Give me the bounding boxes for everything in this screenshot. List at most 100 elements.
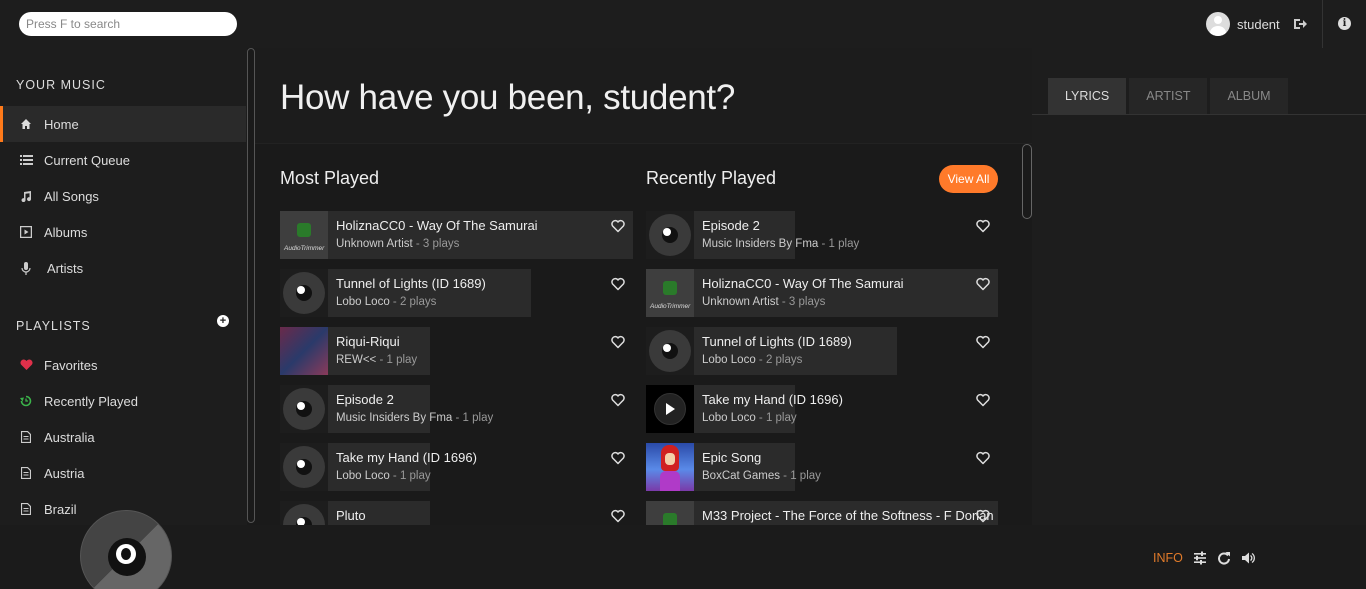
album-art xyxy=(646,443,694,491)
sidebar-item-home[interactable]: Home xyxy=(0,106,246,142)
track-row[interactable]: M33 Project - The Force of the Softness … xyxy=(646,501,998,525)
tab-artist[interactable]: ARTIST xyxy=(1129,78,1208,114)
info-toggle-button[interactable]: INFO xyxy=(1153,551,1183,565)
track-row[interactable]: AudioTrimmer HoliznaCC0 - Way Of The Samu… xyxy=(646,269,998,317)
track-row[interactable]: Episode 2 Music Insiders By Fma - 1 play xyxy=(646,211,992,259)
album-art: AudioTrimmer xyxy=(280,211,328,259)
track-row[interactable]: Take my Hand (ID 1696) Lobo Loco - 1 play xyxy=(280,443,627,491)
equalizer-icon[interactable] xyxy=(1193,551,1207,565)
avatar[interactable] xyxy=(1206,12,1230,36)
document-icon xyxy=(19,502,33,516)
track-row[interactable]: Riqui-Riqui REW<< - 1 play xyxy=(280,327,627,375)
sidebar-item-label: Current Queue xyxy=(44,152,130,168)
view-all-button[interactable]: View All xyxy=(939,165,998,193)
info-icon[interactable]: i xyxy=(1338,17,1351,30)
sidebar-item-current-queue[interactable]: Current Queue xyxy=(0,142,246,178)
user-menu[interactable]: student xyxy=(1206,12,1280,36)
bird-logo-icon xyxy=(297,460,305,468)
track-meta: Lobo Loco - 1 play xyxy=(702,412,797,424)
track-meta: Unknown Artist - 3 plays xyxy=(336,238,459,250)
tab-album[interactable]: ALBUM xyxy=(1210,78,1288,114)
track-row[interactable]: Episode 2 Music Insiders By Fma - 1 play xyxy=(280,385,627,433)
heart-outline-icon[interactable] xyxy=(611,393,625,407)
repeat-icon[interactable] xyxy=(1217,551,1231,565)
track-info: HoliznaCC0 - Way Of The Samurai Unknown A… xyxy=(328,211,633,259)
bird-logo-icon xyxy=(663,344,671,352)
greeting-header: How have you been, student? xyxy=(255,48,1032,144)
heart-outline-icon[interactable] xyxy=(976,335,990,349)
info-panel: LYRICS ARTIST ALBUM xyxy=(1032,48,1366,525)
scrollbar[interactable] xyxy=(1022,144,1032,219)
track-artist: Music Insiders By Fma xyxy=(702,238,819,250)
track-title: Riqui-Riqui xyxy=(336,334,400,349)
album-art xyxy=(646,211,694,259)
track-row[interactable]: Tunnel of Lights (ID 1689) Lobo Loco - 2 … xyxy=(646,327,992,375)
sidebar-item-austria[interactable]: Austria xyxy=(0,455,246,491)
divider xyxy=(1322,0,1323,48)
heart-outline-icon[interactable] xyxy=(611,509,625,523)
username[interactable]: student xyxy=(1237,17,1280,32)
track-artist: Unknown Artist xyxy=(702,296,779,308)
track-meta: BoxCat Games - 1 play xyxy=(702,470,821,482)
sidebar-item-label: All Songs xyxy=(44,188,99,204)
track-meta: Lobo Loco - 2 plays xyxy=(702,354,802,366)
sidebar-item-label: Recently Played xyxy=(44,393,138,409)
sidebar-item-all-songs[interactable]: All Songs xyxy=(0,178,246,214)
top-bar: student i xyxy=(0,0,1366,48)
track-title: Pluto xyxy=(336,508,366,523)
sidebar-item-label: Home xyxy=(44,116,79,132)
track-title: M33 Project - The Force of the Softness … xyxy=(702,508,994,523)
heart-outline-icon[interactable] xyxy=(976,277,990,291)
sidebar-item-favorites[interactable]: Favorites xyxy=(0,347,246,383)
track-row[interactable]: Pluto xyxy=(280,501,627,525)
tab-lyrics[interactable]: LYRICS xyxy=(1048,78,1127,114)
recently-played-title: Recently Played xyxy=(646,168,777,188)
track-title: HoliznaCC0 - Way Of The Samurai xyxy=(702,276,904,291)
leaf-logo-icon xyxy=(663,281,677,295)
heart-outline-icon[interactable] xyxy=(976,509,990,523)
your-music-title: YOUR MUSIC xyxy=(16,78,106,92)
scrollbar[interactable] xyxy=(247,48,255,523)
heart-outline-icon[interactable] xyxy=(976,451,990,465)
track-artist: Unknown Artist xyxy=(336,238,413,250)
track-title: Tunnel of Lights (ID 1689) xyxy=(336,276,486,291)
track-row[interactable]: Take my Hand (ID 1696) Lobo Loco - 1 play xyxy=(646,385,992,433)
most-played-title: Most Played xyxy=(280,168,380,188)
sidebar-item-recently-played[interactable]: Recently Played xyxy=(0,383,246,419)
volume-icon[interactable] xyxy=(1241,551,1255,565)
logout-icon[interactable] xyxy=(1293,17,1307,31)
album-art xyxy=(646,385,694,433)
play-count: - 1 play xyxy=(818,238,860,250)
search-input[interactable] xyxy=(19,12,237,36)
heart-outline-icon[interactable] xyxy=(611,335,625,349)
track-info: Episode 2 Music Insiders By Fma - 1 play xyxy=(694,211,859,259)
heart-outline-icon[interactable] xyxy=(976,393,990,407)
track-artist: Lobo Loco xyxy=(702,354,756,366)
track-info: Pluto xyxy=(328,501,430,525)
sidebar-item-australia[interactable]: Australia xyxy=(0,419,246,455)
track-meta: Music Insiders By Fma - 1 play xyxy=(336,412,493,424)
sidebar-item-artists[interactable]: Artists xyxy=(0,250,246,286)
heart-outline-icon[interactable] xyxy=(611,451,625,465)
divider xyxy=(1032,114,1366,115)
track-info: Tunnel of Lights (ID 1689) Lobo Loco - 2 … xyxy=(328,269,531,317)
track-info: Tunnel of Lights (ID 1689) Lobo Loco - 2 … xyxy=(694,327,897,375)
track-row[interactable]: AudioTrimmer HoliznaCC0 - Way Of The Samu… xyxy=(280,211,633,259)
album-icon xyxy=(19,225,33,239)
heart-outline-icon[interactable] xyxy=(976,219,990,233)
add-playlist-icon[interactable]: + xyxy=(217,315,229,327)
track-row[interactable]: Tunnel of Lights (ID 1689) Lobo Loco - 2 … xyxy=(280,269,627,317)
sidebar-item-label: Australia xyxy=(44,429,95,445)
sidebar: YOUR MUSIC Home Current Queue All Songs … xyxy=(0,48,246,525)
album-art xyxy=(280,385,328,433)
home-icon xyxy=(19,117,33,131)
track-row[interactable]: Epic Song BoxCat Games - 1 play xyxy=(646,443,992,491)
sidebar-item-label: Austria xyxy=(44,465,85,481)
sidebar-item-albums[interactable]: Albums xyxy=(0,214,246,250)
track-title: Tunnel of Lights (ID 1689) xyxy=(702,334,852,349)
heart-outline-icon[interactable] xyxy=(611,219,625,233)
heart-outline-icon[interactable] xyxy=(611,277,625,291)
track-title: HoliznaCC0 - Way Of The Samurai xyxy=(336,218,538,233)
album-art xyxy=(280,269,328,317)
track-artist: Music Insiders By Fma xyxy=(336,412,453,424)
